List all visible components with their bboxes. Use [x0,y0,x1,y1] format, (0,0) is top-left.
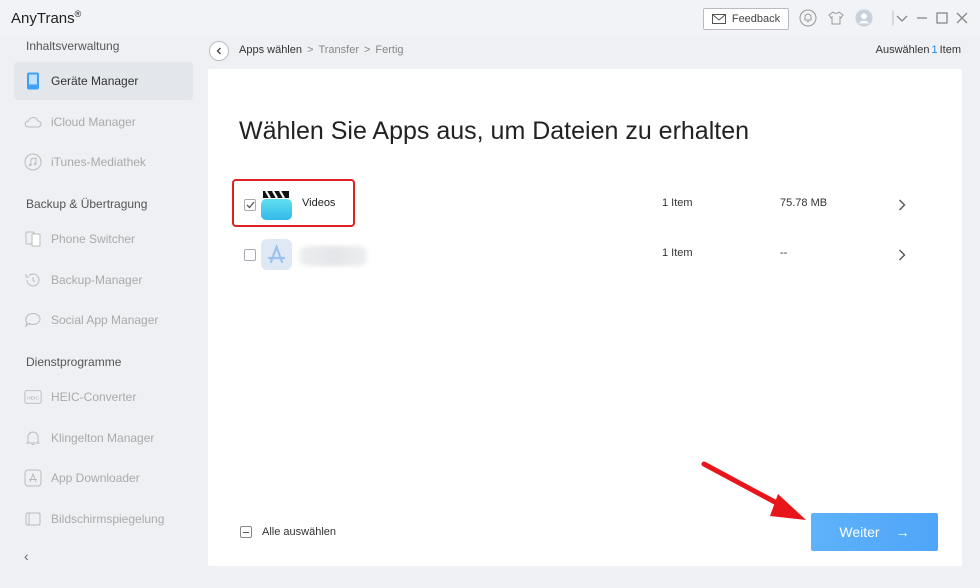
sidebar: Inhaltsverwaltung Geräte Manager iCloud … [0,36,200,588]
title-bar: AnyTrans® Feedback | [0,0,980,36]
backup-icon [24,271,42,289]
sidebar-item-label: HEIC-Converter [51,390,137,404]
bell-icon [24,429,42,447]
breadcrumb-step-fertig: Fertig [375,44,404,56]
app-checkbox[interactable] [244,249,256,261]
back-button[interactable] [209,41,229,61]
sidebar-item-itunes-mediathek[interactable]: iTunes-Mediathek [14,143,193,181]
selection-count: Auswählen 1 Item [875,44,961,56]
sidebar-item-label: Phone Switcher [51,232,136,246]
music-icon [24,153,42,171]
item-count: 1 Item [662,197,693,209]
item-size: -- [780,247,788,259]
tshirt-icon[interactable] [827,9,845,27]
chevron-right-icon[interactable] [895,195,909,215]
sidebar-item-app-downloader[interactable]: App Downloader [14,459,193,497]
section-label-dienstprogramme: Dienstprogramme [26,355,122,369]
item-count: 1 Item [662,247,693,259]
app-logo: AnyTrans® [11,9,82,27]
svg-text:HEIC: HEIC [27,396,39,402]
annotation-arrow-icon [701,461,806,520]
sidebar-item-klingelton-manager[interactable]: Klingelton Manager [14,419,193,457]
sidebar-item-label: Klingelton Manager [51,431,155,445]
select-all-checkbox[interactable] [240,526,252,538]
app-store-icon [24,469,42,487]
breadcrumb-bar: Apps wählen > Transfer > Fertig Auswählen 1 It… [200,36,980,66]
sidebar-item-social-app-manager[interactable]: Social App Manager [14,301,193,339]
breadcrumb-step-transfer: Transfer [318,44,359,56]
page-title: Wählen Sie Apps aus, um Dateien zu erhal… [239,117,750,145]
next-button-label: Weiter [839,524,880,540]
sidebar-item-phone-switcher[interactable]: Phone Switcher [14,220,193,258]
feedback-button[interactable]: Feedback [703,8,789,30]
selection-count-number: 1 [931,44,938,56]
cloud-icon [24,113,42,131]
chat-icon [24,311,42,329]
switch-icon [24,230,42,248]
phone-icon [24,72,42,90]
maximize-icon[interactable] [933,9,951,27]
breadcrumb-step-apps-waehlen: Apps wählen [239,44,302,56]
app-store-app-icon [261,239,292,270]
collapse-sidebar-button[interactable]: ‹ [24,548,29,564]
mirror-icon [24,510,42,528]
breadcrumb: Apps wählen > Transfer > Fertig [239,44,404,56]
heic-icon: HEIC [24,388,42,406]
feedback-label: Feedback [731,13,781,25]
annotation-highlight-box [232,179,355,227]
sidebar-item-label: Geräte Manager [51,74,139,88]
sidebar-item-icloud-manager[interactable]: iCloud Manager [14,103,193,141]
close-icon[interactable] [953,9,971,27]
blurred-app-name [299,246,367,266]
select-all-label: Alle auswählen [262,526,336,538]
arrow-right-icon: → [895,524,910,540]
sidebar-item-label: iCloud Manager [51,115,136,129]
main-panel: Wählen Sie Apps aus, um Dateien zu erhal… [208,69,962,566]
sidebar-item-geraete-manager[interactable]: Geräte Manager [14,62,193,100]
next-button[interactable]: Weiter → [811,513,938,551]
select-all-toggle[interactable]: Alle auswählen [240,526,336,538]
sidebar-item-heic-converter[interactable]: HEIC HEIC-Converter [14,378,193,416]
notification-bell-icon[interactable] [799,9,817,27]
item-size: 75.78 MB [780,197,828,209]
sidebar-item-label: Bildschirmspiegelung [51,512,165,526]
sidebar-item-bildschirmspiegelung[interactable]: Bildschirmspiegelung [14,500,193,538]
sidebar-item-label: Social App Manager [51,313,159,327]
avatar-icon[interactable] [855,9,873,27]
section-label-inhaltsverwaltung: Inhaltsverwaltung [26,39,120,53]
chevron-down-icon[interactable] [893,9,911,27]
chevron-left-icon [216,47,221,55]
sidebar-item-label: Backup-Manager [51,273,143,287]
sidebar-item-backup-manager[interactable]: Backup-Manager [14,261,193,299]
chevron-right-icon[interactable] [895,245,909,265]
sidebar-item-label: iTunes-Mediathek [51,155,146,169]
mail-icon [711,14,726,24]
minimize-icon[interactable] [913,9,931,27]
sidebar-item-label: App Downloader [51,471,140,485]
section-label-backup-uebertragung: Backup & Übertragung [26,197,148,211]
